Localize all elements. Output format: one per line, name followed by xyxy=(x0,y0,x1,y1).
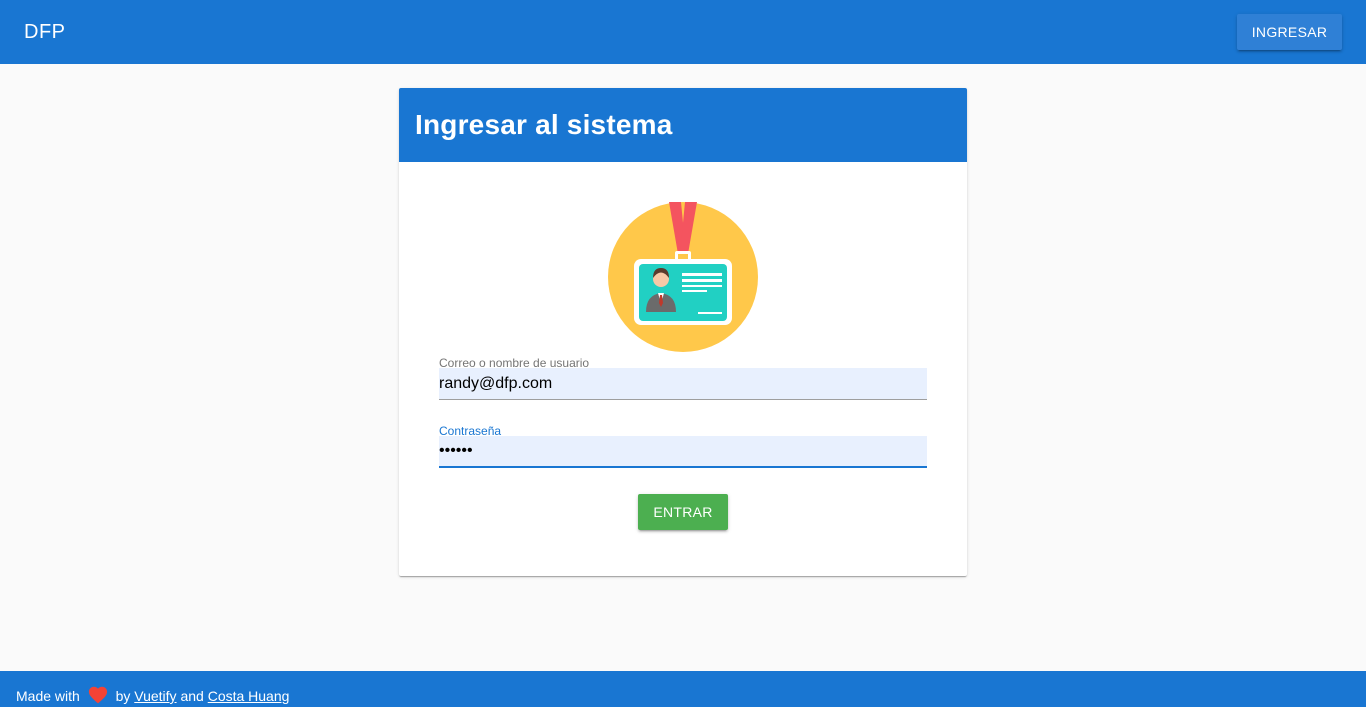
heart-icon xyxy=(88,686,107,704)
footer-made-with: Made with xyxy=(16,688,80,704)
footer: Made with by Vuetify and Costa Huang xyxy=(0,671,1366,707)
app-title: DFP xyxy=(24,21,66,43)
footer-by: by xyxy=(115,688,131,704)
login-card-header: Ingresar al sistema xyxy=(399,88,967,162)
costa-huang-link[interactable]: Costa Huang xyxy=(208,688,290,704)
vuetify-link[interactable]: Vuetify xyxy=(134,688,176,704)
ingresar-button[interactable]: INGRESAR xyxy=(1237,14,1342,50)
entrar-button[interactable]: ENTRAR xyxy=(638,494,728,530)
login-card: Ingresar al sistema Correo o nombre de u… xyxy=(399,88,967,576)
id-badge-icon xyxy=(608,202,758,352)
app-toolbar: DFP INGRESAR xyxy=(0,0,1366,64)
password-input[interactable] xyxy=(439,436,927,468)
footer-and: and xyxy=(180,688,204,704)
login-card-title: Ingresar al sistema xyxy=(415,109,673,140)
username-input[interactable] xyxy=(439,368,927,400)
footer-credits: Made with by Vuetify and Costa Huang xyxy=(16,684,289,704)
